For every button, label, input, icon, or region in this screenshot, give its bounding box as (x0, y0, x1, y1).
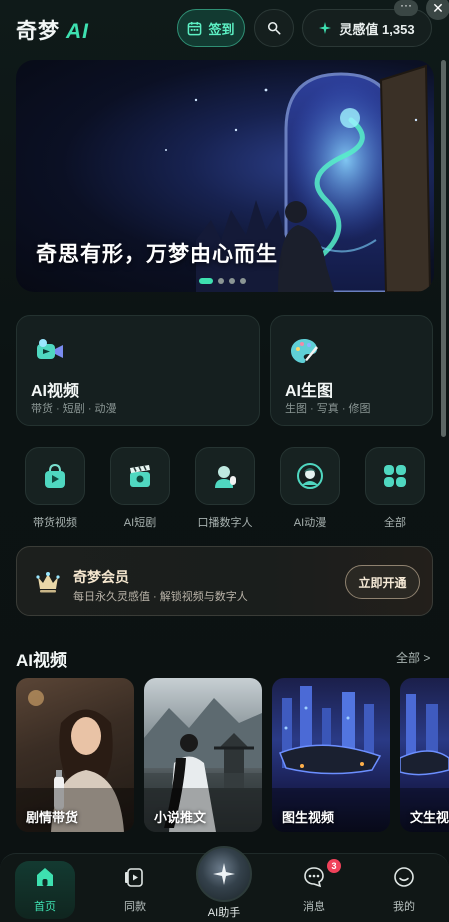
top-header: 奇梦 AI 签到 灵感值 1,353 ··· ✕ (0, 0, 449, 58)
carousel-dot[interactable] (229, 278, 235, 284)
tool-all[interactable]: 全部 (365, 447, 425, 529)
feature-title: AI视频 (31, 383, 80, 400)
tool-icon-box (110, 447, 170, 505)
nav-label: 同款 (124, 901, 146, 913)
grid-icon (384, 465, 406, 487)
sparkle-icon (213, 863, 235, 885)
sparkle-icon (319, 22, 332, 34)
anime-avatar-icon (297, 463, 323, 489)
nav-label: 我的 (393, 901, 415, 913)
tool-icon-box (25, 447, 85, 505)
tool-label: 口播数字人 (197, 517, 253, 529)
video-card-image-to-video[interactable]: 图生视频 (272, 678, 390, 832)
carousel-dot[interactable] (240, 278, 246, 284)
feature-card-ai-video[interactable]: AI视频 带货 · 短剧 · 动漫 (16, 315, 260, 426)
message-icon (304, 867, 324, 888)
activate-membership-button[interactable]: 立即开通 (345, 565, 420, 599)
tool-label: 全部 (384, 517, 406, 529)
carousel-dots[interactable] (199, 278, 246, 284)
logo-text: 奇梦 (16, 20, 60, 43)
see-all-link[interactable]: 全部 > (396, 649, 430, 666)
section-title: AI视频 (16, 651, 67, 670)
video-card-label: 小说推文 (154, 810, 207, 825)
nav-home[interactable]: 首页 (15, 866, 75, 914)
tool-digital-human[interactable]: 口播数字人 (195, 447, 255, 529)
logo-ai-text: AI (66, 20, 89, 43)
search-button[interactable] (254, 9, 294, 47)
home-icon (37, 868, 53, 886)
profile-icon (394, 867, 414, 887)
nav-label: 消息 (303, 901, 325, 913)
ai-assistant-button[interactable] (196, 846, 252, 902)
app-root: 奇梦 AI 签到 灵感值 1,353 ··· ✕ 奇思有形，万梦由心而生 AI视… (0, 0, 449, 922)
feature-card-ai-image[interactable]: AI生图 生图 · 写真 · 修图 (270, 315, 433, 426)
message-badge: 3 (327, 859, 341, 873)
tool-label: 带货视频 (33, 517, 77, 529)
tool-product-video[interactable]: 带货视频 (25, 447, 85, 529)
shopping-bag-icon (45, 463, 65, 488)
tool-ai-anime[interactable]: AI动漫 (280, 447, 340, 529)
digital-human-icon (215, 466, 236, 488)
membership-title: 奇梦会员 (73, 569, 129, 585)
ai-assistant-label: AI助手 (207, 907, 241, 919)
checkin-label: 签到 (208, 21, 235, 37)
feature-subtitle: 生图 · 写真 · 修图 (285, 403, 371, 415)
clapperboard-icon (130, 465, 150, 487)
palette-icon (291, 339, 318, 363)
tool-icon-box (365, 447, 425, 505)
tool-label: AI动漫 (293, 517, 327, 529)
nav-messages[interactable]: 消息 (284, 866, 344, 914)
video-card-plot-selling[interactable]: 剧情带货 (16, 678, 134, 832)
search-icon (267, 21, 281, 35)
carousel-dot[interactable] (218, 278, 224, 284)
points-label: 灵感值 1,353 (339, 21, 415, 37)
video-card-label: 图生视频 (282, 810, 335, 825)
membership-banner[interactable]: 奇梦会员 每日永久灵感值 · 解锁视频与数字人 立即开通 (16, 546, 433, 616)
checkin-button[interactable]: 签到 (177, 9, 245, 47)
nav-label: 首页 (34, 901, 56, 913)
crown-icon (36, 572, 60, 593)
hero-banner[interactable]: 奇思有形，万梦由心而生 (16, 60, 434, 292)
template-icon (125, 868, 143, 887)
tool-ai-short-drama[interactable]: AI短剧 (110, 447, 170, 529)
nav-profile[interactable]: 我的 (374, 866, 434, 914)
banner-title: 奇思有形，万梦由心而生 (36, 243, 278, 266)
video-camera-icon (37, 339, 63, 359)
membership-subtitle: 每日永久灵感值 · 解锁视频与数字人 (73, 591, 248, 603)
feature-title: AI生图 (285, 383, 334, 400)
video-card-label: 剧情带货 (26, 810, 79, 825)
close-button[interactable]: ✕ (426, 0, 449, 20)
app-logo: 奇梦 AI (16, 15, 89, 45)
feature-subtitle: 带货 · 短剧 · 动漫 (31, 403, 117, 415)
video-card-text-to-video[interactable]: 文生视频 (400, 678, 449, 832)
calendar-icon (188, 21, 202, 35)
carousel-dot[interactable] (199, 278, 213, 284)
tool-label: AI短剧 (123, 517, 157, 529)
video-card-label: 文生视频 (410, 810, 449, 825)
nav-same-style[interactable]: 同款 (105, 866, 165, 914)
video-card-novel-promo[interactable]: 小说推文 (144, 678, 262, 832)
more-button[interactable]: ··· (394, 0, 418, 16)
tool-icon-box (195, 447, 255, 505)
scrollbar-thumb[interactable] (441, 60, 446, 437)
tool-icon-box (280, 447, 340, 505)
